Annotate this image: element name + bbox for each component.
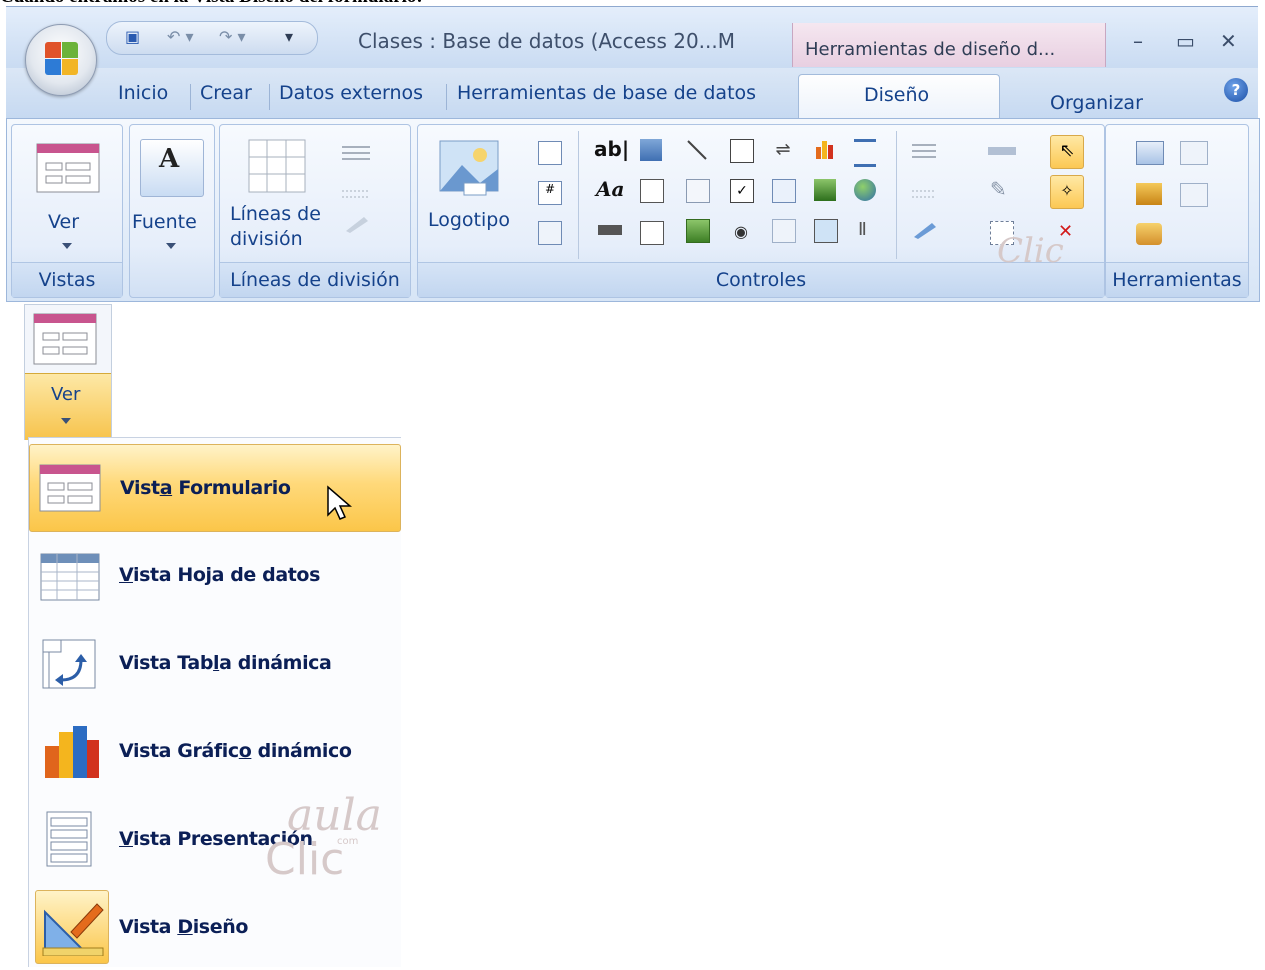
unbound-object-icon[interactable] xyxy=(772,179,796,203)
group-fuente: A Fuente xyxy=(129,124,215,298)
group-herramientas: Herramientas xyxy=(1105,124,1249,298)
listbox-icon[interactable] xyxy=(640,221,664,245)
ver-button[interactable]: Ver xyxy=(48,211,79,233)
save-icon[interactable]: ▣ xyxy=(125,27,140,46)
toggle-button-icon[interactable]: ⇌ xyxy=(772,139,794,161)
ver-dropdown-button[interactable]: Ver xyxy=(24,304,112,440)
watermark-ribbon: Clic xyxy=(997,231,1064,271)
undo-icon[interactable]: ↶ ▾ xyxy=(167,27,194,46)
chevron-down-icon xyxy=(61,418,71,424)
menu-item-vista-formulario[interactable]: Vista Formulario xyxy=(29,444,401,532)
menu-item-vista-grafico-dinamico[interactable]: Vista Gráfico dinámico xyxy=(29,708,399,794)
form-view-icon xyxy=(36,143,100,193)
customize-qat-icon[interactable]: ▾ xyxy=(285,27,293,46)
title-bar: ▣ ↶ ▾ ↷ ▾ ▾ Clases : Base de datos (Acce… xyxy=(6,6,1258,69)
pivot-table-view-icon xyxy=(42,639,96,689)
control-wizard-icon[interactable]: ✧ xyxy=(1050,175,1084,209)
line-format-icons[interactable] xyxy=(912,141,960,241)
title-icon[interactable] xyxy=(538,141,562,165)
watermark-com: com xyxy=(337,836,359,847)
menu-item-vista-tabla-dinamica[interactable]: Vista Tabla dinámica xyxy=(29,620,399,706)
option-group-icon[interactable] xyxy=(730,139,754,163)
mouse-cursor-icon xyxy=(327,485,353,520)
fuente-button[interactable]: Fuente xyxy=(132,211,197,233)
line-icon[interactable] xyxy=(686,139,708,161)
ribbon: Ver Vistas A Fuente Líneas de división L… xyxy=(6,118,1260,302)
logo-picture-icon xyxy=(439,140,499,196)
select-pointer-icon[interactable]: ⇖ xyxy=(1050,135,1084,169)
office-logo-icon xyxy=(45,42,79,76)
lineas-label-2[interactable]: división xyxy=(230,228,303,250)
font-icon: A xyxy=(140,139,204,197)
page-number-icon[interactable]: # xyxy=(538,181,562,205)
tab-organizar[interactable]: Organizar xyxy=(1050,92,1143,114)
line-thickness-icon[interactable] xyxy=(988,147,1016,155)
tab-inicio[interactable]: Inicio xyxy=(118,82,168,104)
tab-datos-externos[interactable]: Datos externos xyxy=(279,82,423,104)
tab-order-icon[interactable] xyxy=(1180,183,1208,207)
minimize-button[interactable]: – xyxy=(1133,29,1143,53)
tab-diseno-label: Diseño xyxy=(864,84,930,106)
tab-control-icon[interactable] xyxy=(640,139,662,161)
bound-object-icon[interactable] xyxy=(814,219,838,243)
option-button-icon[interactable]: ◉ xyxy=(730,221,752,243)
layout-view-icon xyxy=(46,811,92,867)
logotipo-button[interactable]: Logotipo xyxy=(428,209,510,231)
ribbon-tab-row: Inicio Crear Datos externos Herramientas… xyxy=(6,68,1258,119)
subform-icon[interactable] xyxy=(686,219,710,243)
context-tab-header: Herramientas de diseño d... xyxy=(792,23,1106,67)
lineas-label-1[interactable]: Líneas de xyxy=(230,203,321,225)
group-label-herramientas: Herramientas xyxy=(1106,262,1248,297)
office-button[interactable] xyxy=(25,24,97,96)
view-menu: Vista Formulario Vista Hoja de datos Vis… xyxy=(28,437,401,967)
insert-chart-icon[interactable] xyxy=(814,137,836,159)
tab-diseno[interactable]: Diseño xyxy=(798,74,1000,119)
page-break-icon[interactable] xyxy=(772,219,796,243)
redo-icon[interactable]: ↷ ▾ xyxy=(219,27,246,46)
convert-macros-icon[interactable] xyxy=(1136,223,1162,245)
datasheet-view-icon xyxy=(40,553,100,601)
maximize-button[interactable]: ▭ xyxy=(1176,29,1195,53)
group-controles: Logotipo # ab| Aa ✓ ◉ ⇌ Ⅱ ✎ ⇖ ✧ ✕ Contro… xyxy=(417,124,1105,298)
rectangle-icon[interactable] xyxy=(686,179,710,203)
attachment-icon[interactable]: Ⅱ xyxy=(858,219,880,241)
gridlines-icon xyxy=(248,139,306,193)
tab-herramientas-base-datos[interactable]: Herramientas de base de datos xyxy=(457,82,756,104)
checkbox-icon[interactable]: ✓ xyxy=(730,179,754,203)
form-view-icon xyxy=(39,464,101,512)
close-button[interactable]: ✕ xyxy=(1220,29,1237,53)
hyperlink-icon[interactable] xyxy=(854,179,876,201)
button-control-icon[interactable] xyxy=(598,225,622,235)
view-code-icon[interactable] xyxy=(1180,141,1208,165)
group-vistas: Ver Vistas xyxy=(11,124,123,298)
context-tab-label: Herramientas de diseño d... xyxy=(805,39,1056,60)
group-label-vistas: Vistas xyxy=(12,262,122,297)
menu-item-vista-diseno[interactable]: Vista Diseño xyxy=(29,884,399,970)
line-style-icons[interactable] xyxy=(342,143,392,233)
combobox-icon[interactable] xyxy=(640,179,664,203)
insert-page-icon[interactable] xyxy=(854,139,876,167)
textbox-icon[interactable]: ab| xyxy=(594,137,629,161)
window-title: Clases : Base de datos (Access 20...M xyxy=(358,29,736,53)
access-window: ▣ ↶ ▾ ↷ ▾ ▾ Clases : Base de datos (Acce… xyxy=(6,6,1260,302)
form-view-icon xyxy=(33,313,97,365)
label-icon[interactable]: Aa xyxy=(596,177,624,201)
quick-access-toolbar: ▣ ↶ ▾ ↷ ▾ ▾ xyxy=(106,21,318,55)
pivot-chart-view-icon xyxy=(45,726,99,778)
ver-dropdown-label: Ver xyxy=(51,384,81,405)
property-sheet-icon[interactable]: ✎ xyxy=(990,177,1012,201)
tab-crear[interactable]: Crear xyxy=(200,82,252,104)
menu-item-vista-hoja-datos[interactable]: Vista Hoja de datos xyxy=(29,532,399,618)
date-time-icon[interactable] xyxy=(538,221,562,245)
design-view-icon xyxy=(42,903,104,956)
watermark-clic: Clic xyxy=(265,834,345,885)
property-sheet-tool-icon[interactable] xyxy=(1136,183,1162,205)
add-existing-fields-icon[interactable] xyxy=(1136,141,1164,165)
help-icon[interactable]: ? xyxy=(1224,78,1248,102)
image-icon[interactable] xyxy=(814,179,836,201)
group-label-lineas-division: Líneas de división xyxy=(220,262,410,297)
group-lineas-division: Líneas de división Líneas de división xyxy=(219,124,411,298)
